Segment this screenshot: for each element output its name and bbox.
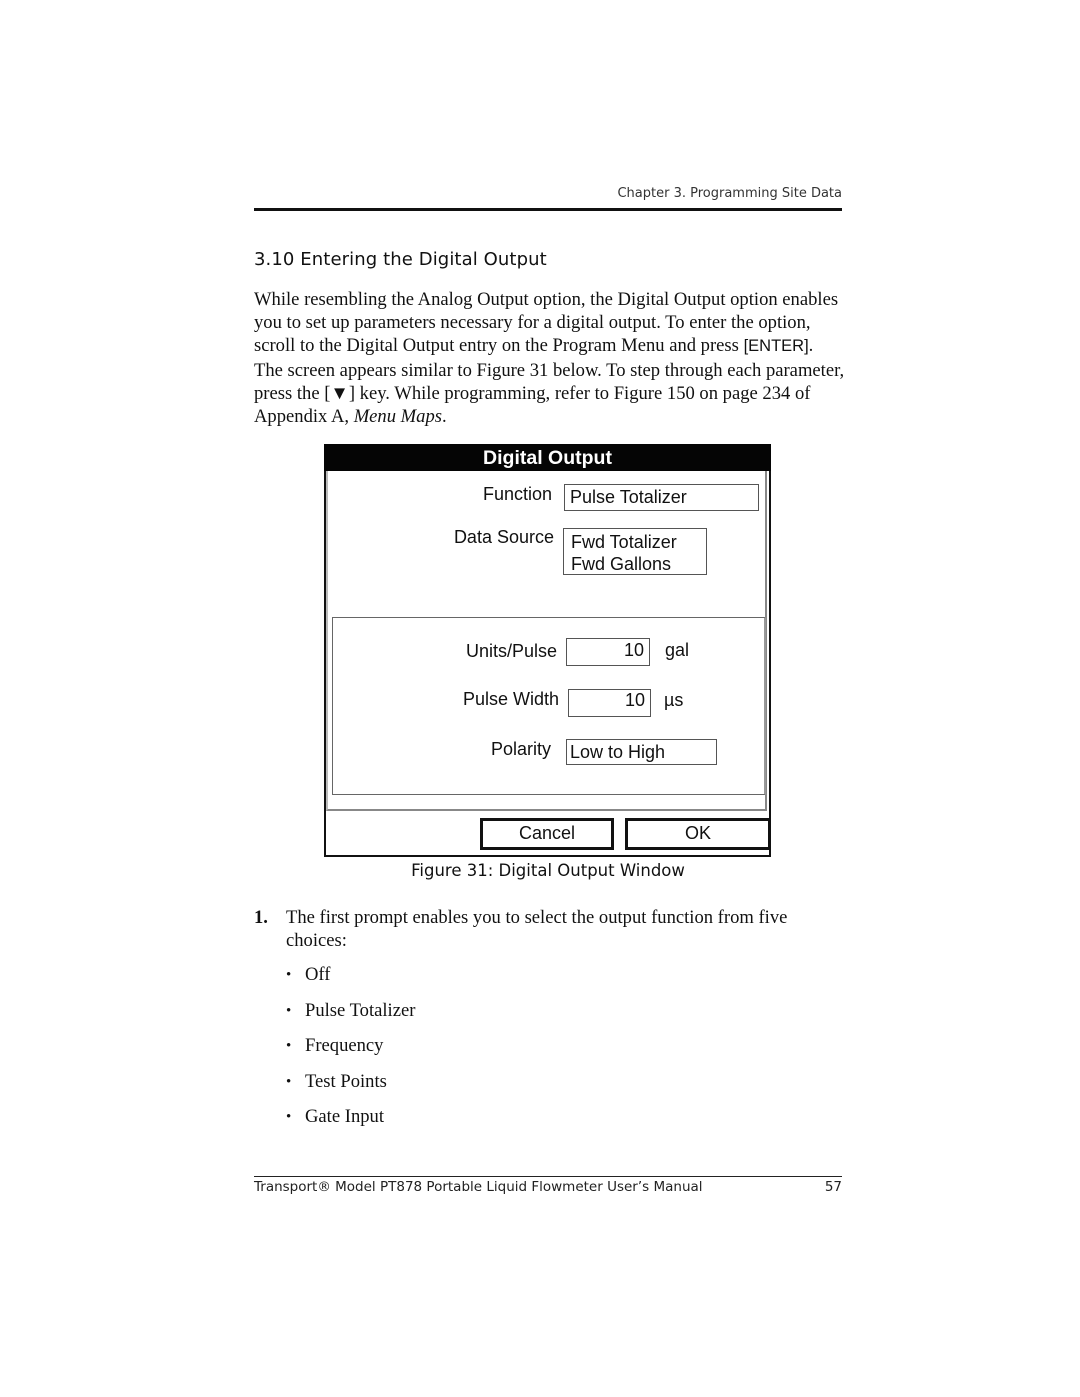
polarity-label: Polarity (490, 739, 551, 759)
list-item: • Frequency (286, 1034, 415, 1070)
data-source-label: Data Source (453, 527, 554, 547)
footer-manual-title: Transport® Model PT878 Portable Liquid F… (254, 1179, 703, 1195)
footer-rule (254, 1176, 842, 1177)
choice-off: Off (305, 964, 331, 985)
bullet-icon: • (286, 1073, 292, 1090)
intro-text-4: . (442, 406, 447, 428)
cancel-button-label: Cancel (518, 823, 576, 843)
choice-pulse-totalizer: Pulse Totalizer (305, 999, 416, 1021)
enter-key-reference: [ENTER] (743, 337, 809, 356)
data-source-field[interactable]: Fwd Totalizer Fwd Gallons (563, 528, 707, 575)
choice-test-points: Test Points (305, 1070, 387, 1092)
dialog-body: Function Pulse Totalizer Data Source Fwd… (326, 471, 767, 811)
dialog-button-row: Cancel OK (326, 811, 771, 855)
units-per-pulse-unit: gal (665, 640, 690, 660)
step-text: The first prompt enables you to select t… (286, 907, 788, 952)
figure-caption: Figure 31: Digital Output Window (411, 861, 685, 880)
list-item: • Test Points (286, 1070, 415, 1106)
function-choices-list: • Off • Pulse Totalizer • Frequency • Test P… (286, 963, 415, 1141)
bullet-icon: • (286, 1109, 292, 1125)
ok-button[interactable]: OK (625, 818, 771, 850)
function-label: Function (482, 484, 552, 504)
running-header: Chapter 3. Programming Site Data (617, 186, 842, 201)
choice-frequency: Frequency (305, 1035, 384, 1056)
choice-gate-input: Gate Input (305, 1106, 384, 1127)
digital-output-dialog: Digital Output Function Pulse Totalizer … (324, 444, 771, 857)
step-number: 1. (254, 907, 268, 928)
list-item: • Pulse Totalizer (286, 999, 415, 1035)
section-title: 3.10 Entering the Digital Output (254, 249, 547, 270)
polarity-field[interactable]: Low to High (566, 739, 717, 765)
list-item: • Off (286, 963, 415, 999)
ok-button-label: OK (684, 823, 711, 843)
page-number: 57 (824, 1179, 842, 1195)
intro-paragraph: While resembling the Analog Output optio… (254, 288, 846, 428)
function-field[interactable]: Pulse Totalizer (564, 484, 759, 511)
bullet-icon: • (286, 1002, 292, 1019)
cancel-button[interactable]: Cancel (480, 818, 614, 850)
bullet-icon: • (286, 1038, 292, 1054)
menu-maps-reference: Menu Maps (353, 406, 442, 428)
pulse-settings-group: Units/Pulse 10 gal Pulse Width 10 µs Pol… (332, 617, 766, 795)
data-source-line1: Fwd Totalizer (571, 532, 677, 552)
pulse-width-unit: µs (664, 690, 684, 710)
units-per-pulse-label: Units/Pulse (465, 641, 557, 661)
down-arrow-key-icon: ▼ (330, 382, 349, 404)
list-item: • Gate Input (286, 1105, 415, 1141)
dialog-title: Digital Output (324, 444, 771, 471)
bullet-icon: • (286, 967, 292, 983)
pulse-width-field[interactable]: 10 (568, 689, 651, 717)
data-source-line2: Fwd Gallons (571, 554, 672, 574)
units-per-pulse-field[interactable]: 10 (566, 638, 650, 666)
header-rule (254, 208, 842, 211)
pulse-width-label: Pulse Width (462, 689, 559, 709)
